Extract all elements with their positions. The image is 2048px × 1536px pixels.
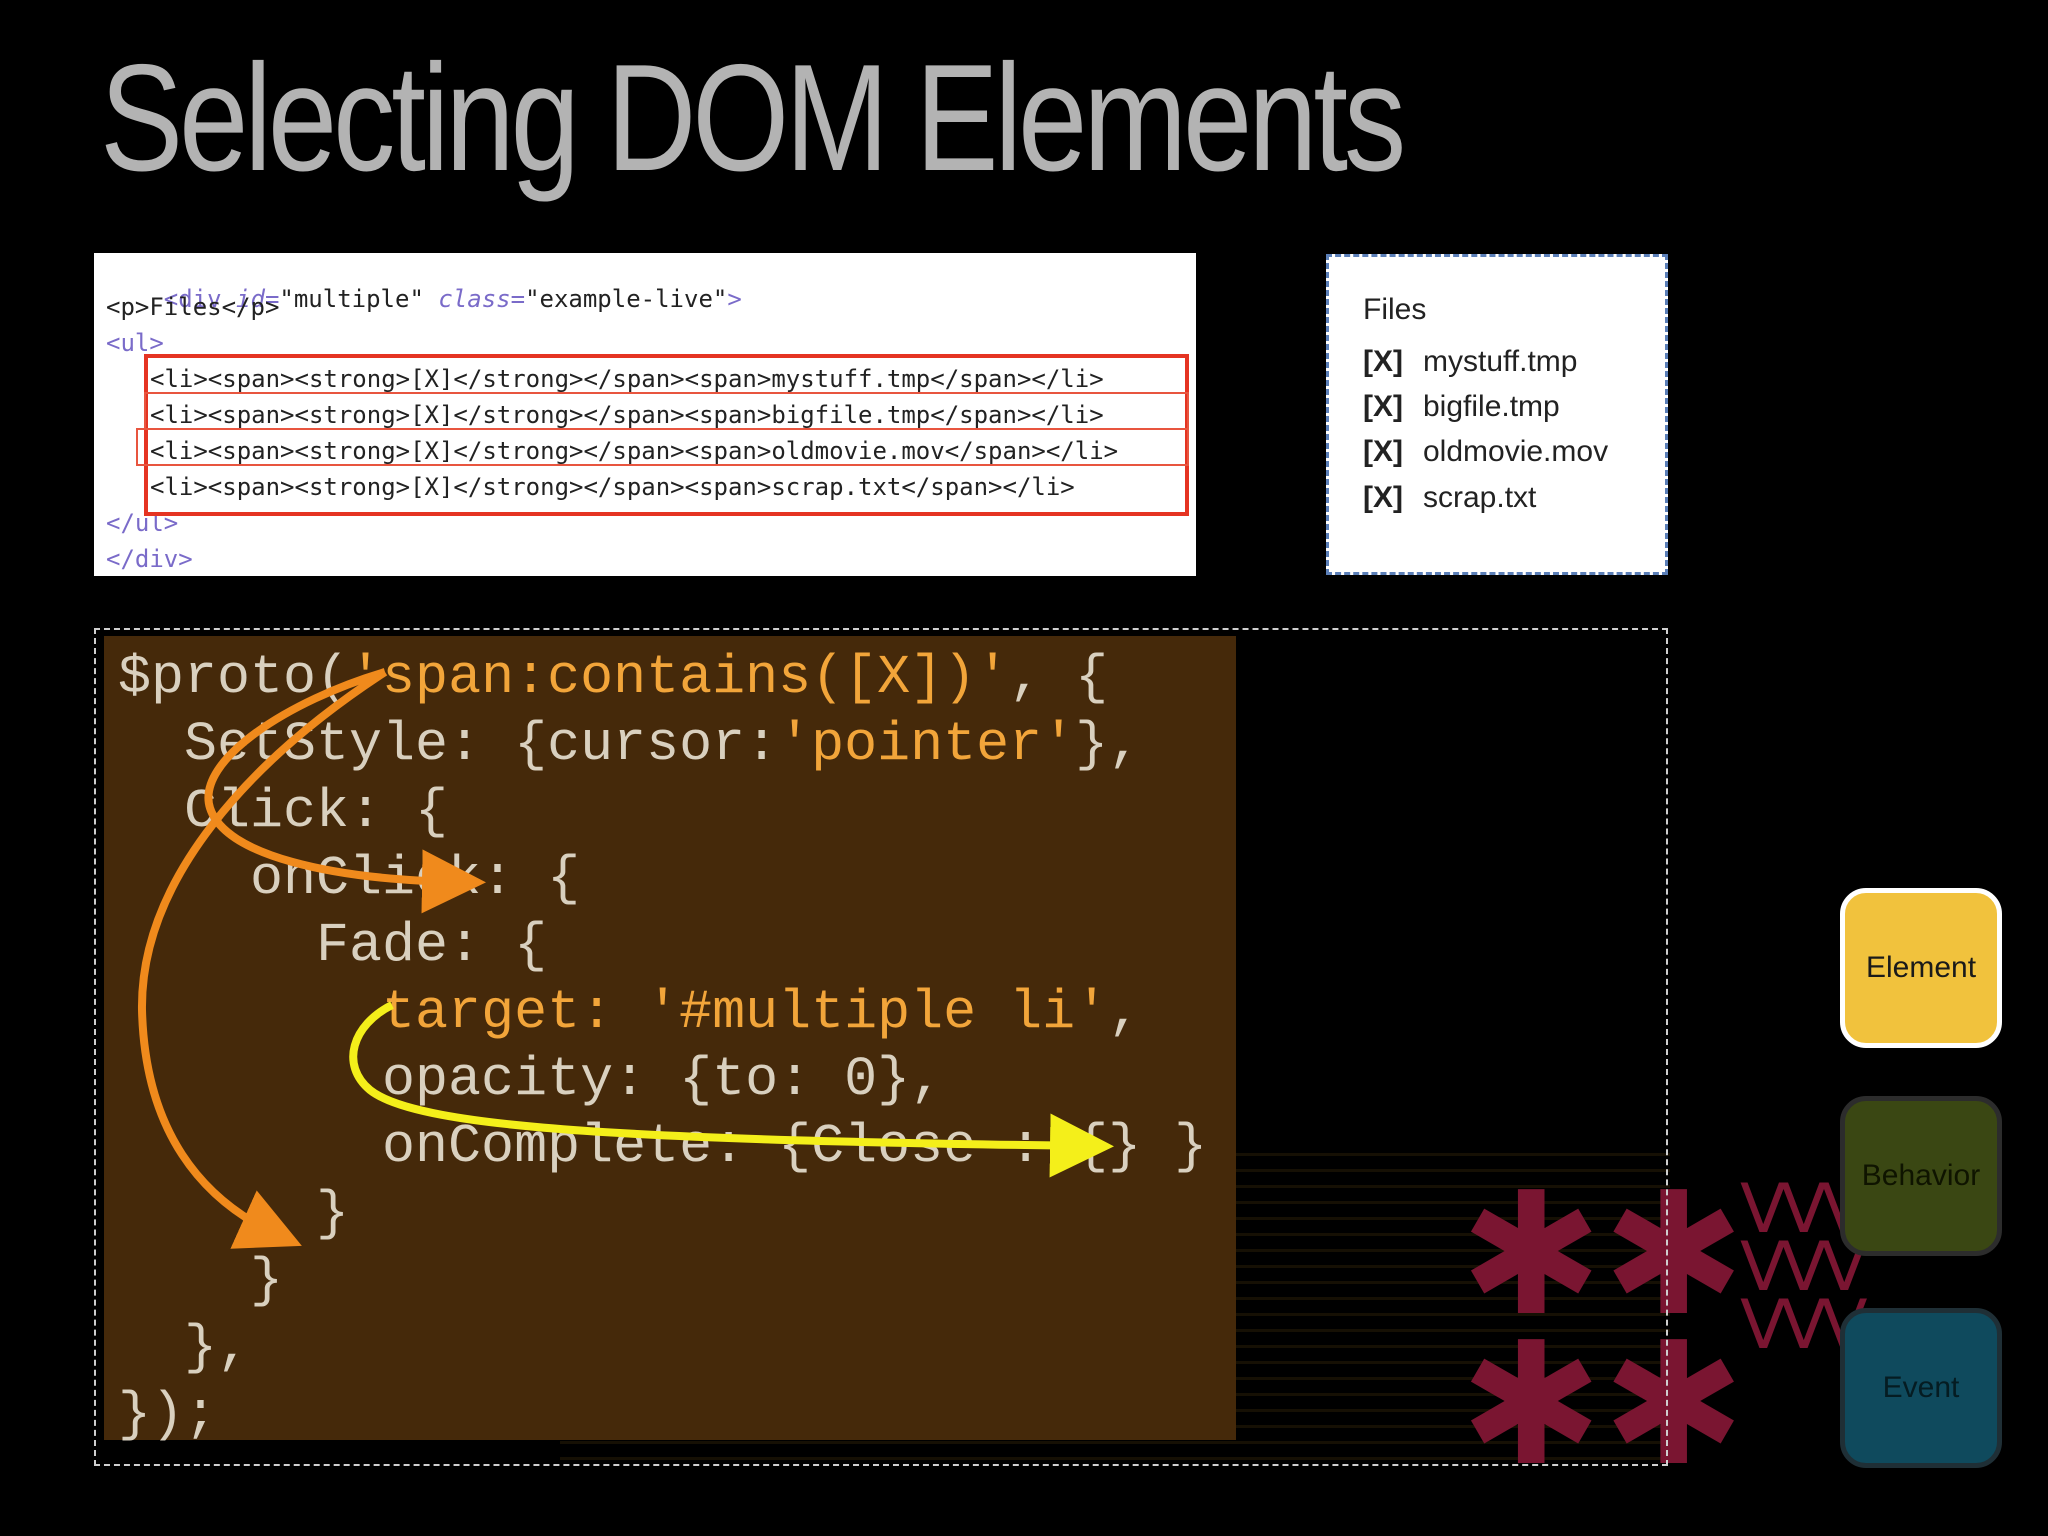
arrow-to-click-close [137,668,388,1249]
flow-arrows [137,668,1114,1249]
legend-behavior: Behavior [1840,1096,2002,1256]
legend-element: Element [1840,888,2002,1048]
arrow-to-close-handler [349,1001,1114,1178]
legend-event: Event [1840,1308,2002,1468]
